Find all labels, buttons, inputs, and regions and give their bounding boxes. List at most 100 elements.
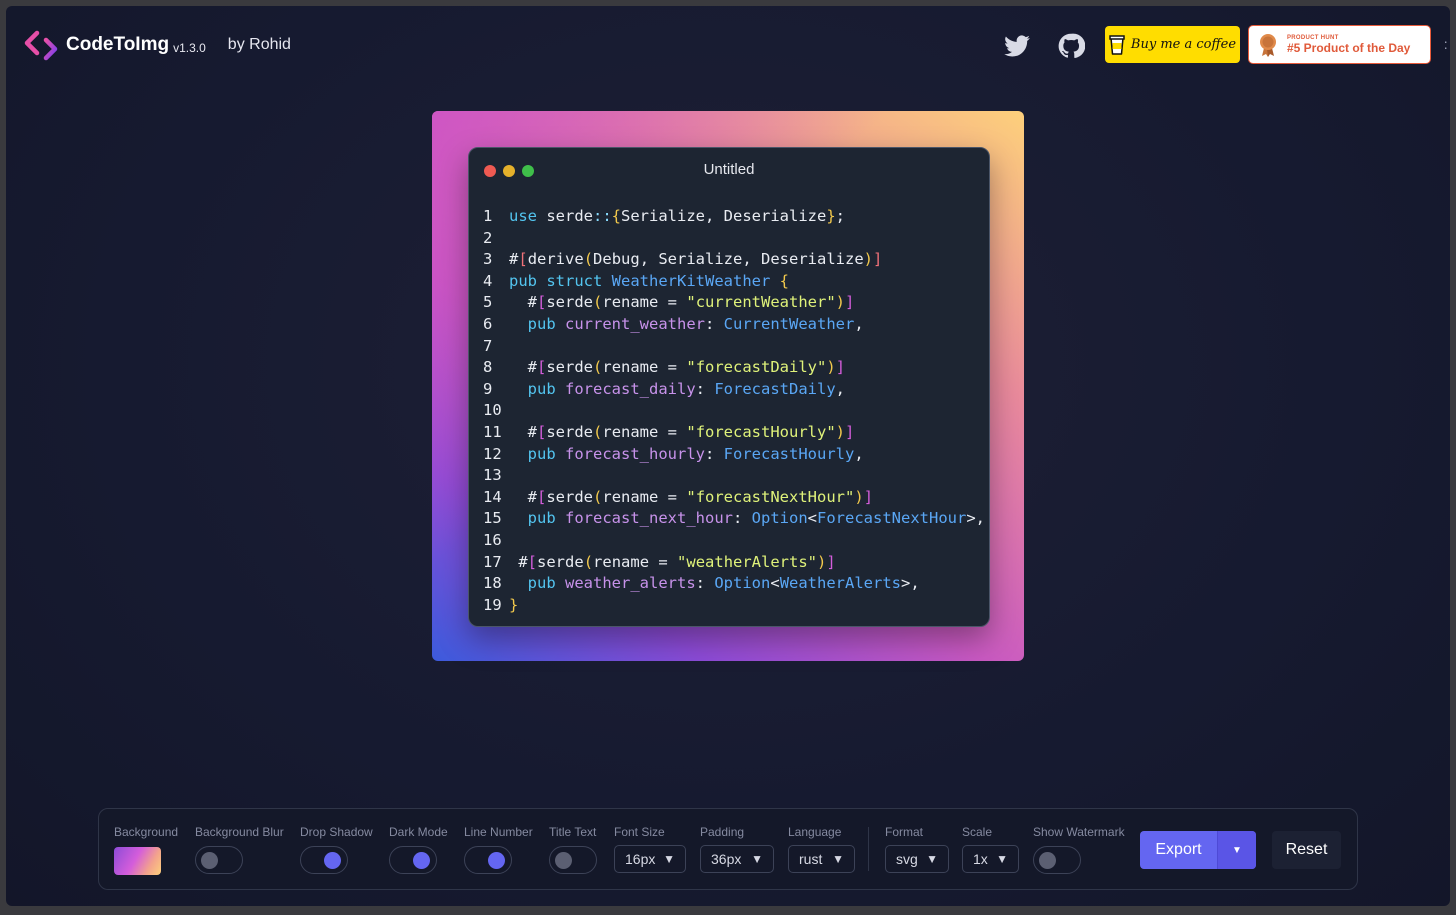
font-size-control: Font Size 16px ▼ [614, 825, 686, 873]
line-number: 13 [483, 466, 502, 485]
reset-button[interactable]: Reset [1272, 831, 1341, 869]
padding-label: Padding [700, 825, 745, 839]
code-line: 8 #[serde(rename = "forecastDaily")] [483, 357, 985, 379]
code-line: 5 #[serde(rename = "currentWeather")] [483, 292, 985, 314]
title-text-toggle[interactable] [549, 846, 597, 874]
format-select[interactable]: svg ▼ [885, 845, 949, 873]
line-number-control: Line Number [464, 825, 533, 874]
language-value: rust [799, 851, 823, 867]
background-swatch[interactable] [114, 847, 161, 875]
code-line: 4 pub struct WeatherKitWeather { [483, 271, 985, 293]
code-line: 17 #[serde(rename = "weatherAlerts")] [483, 552, 985, 574]
language-select[interactable]: rust ▼ [788, 845, 855, 873]
line-number: 6 [483, 314, 493, 333]
code-image-frame: Untitled 1 use serde::{Serialize, Deseria… [432, 111, 1024, 661]
dropdown-arrow-icon: ▼ [751, 852, 763, 866]
language-control: Language rust ▼ [788, 825, 855, 873]
background-blur-toggle[interactable] [195, 846, 243, 874]
code-line: 14 #[serde(rename = "forecastNextHour")] [483, 487, 985, 509]
line-number: 14 [483, 487, 502, 506]
background-blur-control: Background Blur [195, 825, 284, 874]
line-number: 9 [483, 379, 493, 398]
drop-shadow-control: Drop Shadow [300, 825, 373, 874]
code-line: 13 [483, 465, 985, 487]
scale-select[interactable]: 1x ▼ [962, 845, 1019, 873]
code-line: 3 #[derive(Debug, Serialize, Deserialize)… [483, 249, 985, 271]
scale-label: Scale [962, 825, 993, 839]
scale-value: 1x [973, 851, 988, 867]
code-line: 11 #[serde(rename = "forecastHourly")] [483, 422, 985, 444]
show-watermark-control: Show Watermark [1033, 825, 1125, 874]
twitter-icon[interactable] [1003, 32, 1031, 60]
line-number: 10 [483, 401, 502, 420]
format-label: Format [885, 825, 924, 839]
line-number: 17 [483, 552, 502, 571]
code-line: 15 pub forecast_next_hour: Option<Foreca… [483, 508, 985, 530]
drop-shadow-label: Drop Shadow [300, 825, 373, 839]
export-label[interactable]: Export [1140, 831, 1217, 869]
code-line: 6 pub current_weather: CurrentWeather, [483, 314, 985, 336]
toolbar-divider [868, 827, 869, 871]
language-label: Language [788, 825, 842, 839]
line-number-label: Line Number [464, 825, 533, 839]
product-hunt-badge[interactable]: PRODUCT HUNT #5 Product of the Day [1248, 25, 1431, 64]
format-value: svg [896, 851, 918, 867]
dark-mode-toggle[interactable] [389, 846, 437, 874]
line-number: 3 [483, 250, 493, 269]
line-number: 15 [483, 509, 502, 528]
code-line: 1 use serde::{Serialize, Deserialize}; [483, 206, 985, 228]
font-size-value: 16px [625, 851, 656, 867]
show-watermark-label: Show Watermark [1033, 825, 1125, 839]
coffee-cup-icon [1109, 34, 1125, 55]
show-watermark-toggle[interactable] [1033, 846, 1081, 874]
line-number: 16 [483, 530, 502, 549]
logo-icon [24, 30, 58, 61]
line-number: 12 [483, 444, 502, 463]
buy-me-a-coffee-button[interactable]: Buy me a coffee [1105, 26, 1240, 63]
github-icon[interactable] [1057, 32, 1085, 60]
drop-shadow-toggle[interactable] [300, 846, 348, 874]
background-blur-label: Background Blur [195, 825, 284, 839]
line-number: 2 [483, 228, 493, 247]
code-line: 19} [483, 595, 985, 617]
format-control: Format svg ▼ [885, 825, 949, 873]
code-title[interactable]: Untitled [469, 161, 989, 178]
window-menu-icon[interactable]: · · [1443, 34, 1448, 54]
line-number: 7 [483, 336, 493, 355]
background-label: Background [114, 825, 179, 839]
code-line: 12 pub forecast_hourly: ForecastHourly, [483, 444, 985, 466]
title-text-label: Title Text [549, 825, 597, 839]
code-window: Untitled 1 use serde::{Serialize, Deseria… [468, 147, 990, 627]
author-link[interactable]: by Rohid [228, 36, 291, 54]
font-size-label: Font Size [614, 825, 665, 839]
export-button[interactable]: Export ▼ [1140, 831, 1256, 869]
padding-control: Padding 36px ▼ [700, 825, 774, 873]
line-number: 18 [483, 574, 502, 593]
line-number: 1 [483, 207, 493, 225]
code-block[interactable]: 1 use serde::{Serialize, Deserialize}; 23 #… [483, 206, 985, 616]
product-hunt-rank: #5 Product of the Day [1287, 40, 1411, 55]
line-number: 5 [483, 293, 493, 312]
code-line: 7 [483, 336, 985, 358]
line-number: 4 [483, 271, 493, 290]
line-number: 8 [483, 358, 493, 377]
export-dropdown-icon[interactable]: ▼ [1217, 831, 1256, 869]
buy-me-a-coffee-label: Buy me a coffee [1130, 37, 1237, 52]
line-number: 11 [483, 422, 502, 441]
line-number: 19 [483, 595, 502, 614]
line-number-toggle[interactable] [464, 846, 512, 874]
app-window: · · CodeToImg v1.3.0 by Rohid Buy me a co… [6, 6, 1450, 906]
code-line: 10 [483, 400, 985, 422]
padding-select[interactable]: 36px ▼ [700, 845, 774, 873]
padding-value: 36px [711, 851, 742, 867]
app-version: v1.3.0 [173, 40, 206, 55]
medal-icon [1260, 33, 1276, 57]
dropdown-arrow-icon: ▼ [926, 852, 938, 866]
font-size-select[interactable]: 16px ▼ [614, 845, 686, 873]
code-line: 16 [483, 530, 985, 552]
dark-mode-control: Dark Mode [389, 825, 448, 874]
brand[interactable]: CodeToImg v1.3.0 by Rohid [24, 28, 291, 62]
dropdown-arrow-icon: ▼ [663, 852, 675, 866]
code-line: 18 pub weather_alerts: Option<WeatherAle… [483, 573, 985, 595]
code-line: 2 [483, 228, 985, 250]
